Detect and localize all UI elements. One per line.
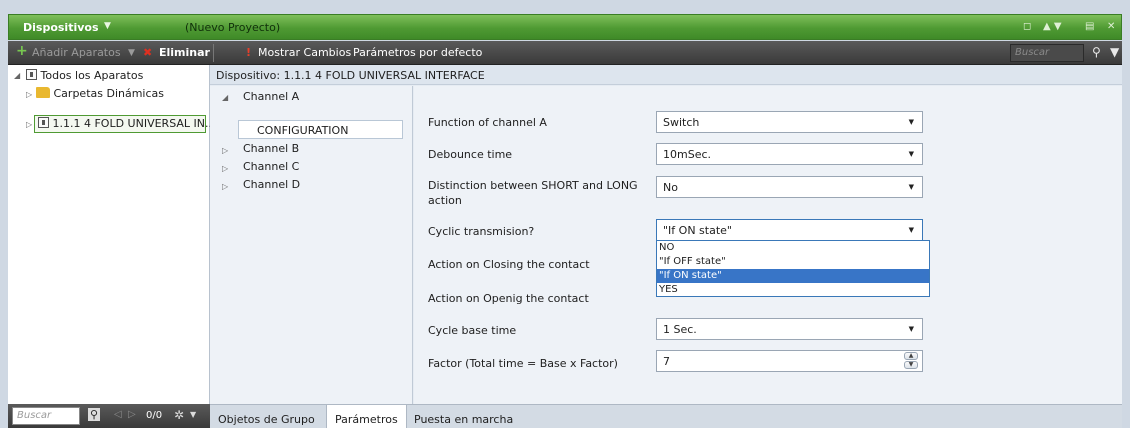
param-label: Action on Openig the contact <box>428 292 589 305</box>
tab-commissioning[interactable]: Puesta en marcha <box>406 405 521 428</box>
expand-icon[interactable]: ▷ <box>26 120 32 129</box>
filter-icon[interactable]: ▼ <box>1110 45 1119 59</box>
add-icon[interactable]: + <box>16 43 28 59</box>
project-name: (Nuevo Proyecto) <box>185 21 281 34</box>
param-label: Factor (Total time = Base x Factor) <box>428 357 618 370</box>
param-label: Debounce time <box>428 148 513 161</box>
maximize-icon[interactable]: ▤ <box>1085 21 1094 32</box>
param-label: Action on Closing the contact <box>428 258 590 271</box>
restore-icon[interactable]: ◻ <box>1023 21 1031 32</box>
short-long-select[interactable]: No ▼ <box>656 176 923 198</box>
select-value: Switch <box>663 116 700 129</box>
cyclic-transmission-select[interactable]: "If ON state" ▼ <box>656 219 923 241</box>
gear-icon[interactable]: ✲ <box>174 408 184 422</box>
chevron-down-icon: ▼ <box>908 183 914 191</box>
tree-search-input[interactable]: Buscar <box>12 407 80 425</box>
dropdown-option-selected[interactable]: "If ON state" <box>657 269 929 283</box>
dropdown-option[interactable]: YES <box>657 283 929 297</box>
next-icon[interactable]: ▷ <box>128 409 136 420</box>
configuration-item[interactable]: CONFIGURATION <box>238 120 403 139</box>
device-icon <box>38 117 49 128</box>
select-value: 10mSec. <box>663 148 712 161</box>
result-count: 0/0 <box>146 410 163 421</box>
chevron-down-icon[interactable]: ▼ <box>190 410 196 419</box>
device-title: Dispositivo: 1.1.1 4 FOLD UNIVERSAL INTE… <box>216 69 485 82</box>
expand-icon[interactable]: ◢ <box>14 71 20 80</box>
chevron-down-icon: ▼ <box>908 325 914 333</box>
chevron-down-icon[interactable]: ▼ <box>128 48 135 58</box>
main-panel: Dispositivo: 1.1.1 4 FOLD UNIVERSAL INTE… <box>210 65 1122 404</box>
chevron-down-icon: ▼ <box>908 118 914 126</box>
spin-down-icon[interactable]: ▼ <box>904 361 918 369</box>
warning-icon: ! <box>246 46 252 59</box>
tree-footer: Buscar ⚲ ◁ ▷ 0/0 ✲ ▼ <box>8 404 210 428</box>
channel-tree: ◢ Channel A CONFIGURATION ▷ Channel B ▷ … <box>210 86 413 404</box>
prev-icon[interactable]: ◁ <box>114 409 122 420</box>
search-icon[interactable]: ⚲ <box>88 408 101 421</box>
dropdown-option[interactable]: NO <box>657 241 929 255</box>
dropdown-option[interactable]: "If OFF state" <box>657 255 929 269</box>
device-icon <box>26 69 37 80</box>
tab-group-objects[interactable]: Objetos de Grupo <box>210 405 323 428</box>
tree-item-dynamic-folders[interactable]: Carpetas Dinámicas <box>36 87 164 100</box>
tree-item-all-devices[interactable]: Todos los Aparatos <box>26 69 143 82</box>
default-parameters-button[interactable]: Parámetros por defecto <box>353 46 482 59</box>
toolbar: + Añadir Aparatos ▼ ✖ Eliminar ! Mostrar… <box>8 41 1122 65</box>
channel-c[interactable]: Channel C <box>243 160 299 173</box>
param-label: Function of channel A <box>428 116 547 129</box>
select-value: 1 Sec. <box>663 323 697 336</box>
delete-button[interactable]: Eliminar <box>159 46 210 59</box>
search-icon[interactable]: ⚲ <box>1092 45 1101 59</box>
expand-icon[interactable]: ▷ <box>222 146 228 155</box>
tree-item-label: Carpetas Dinámicas <box>53 87 165 100</box>
factor-stepper[interactable]: 7 ▲ ▼ <box>656 350 923 372</box>
spin-up-icon[interactable]: ▲ <box>904 352 918 360</box>
tree-item-device[interactable]: 1.1.1 4 FOLD UNIVERSAL IN... <box>38 117 216 130</box>
stepper-value: 7 <box>663 355 670 368</box>
device-tree: ◢ Todos los Aparatos ▷ Carpetas Dinámica… <box>8 65 216 404</box>
spinner: ▲ ▼ <box>904 352 920 370</box>
delete-icon[interactable]: ✖ <box>143 46 152 59</box>
expand-icon[interactable]: ▷ <box>222 182 228 191</box>
param-label: Distinction between SHORT and LONG actio… <box>428 179 638 207</box>
folder-icon <box>36 87 50 98</box>
toolbar-divider <box>213 44 214 62</box>
tree-item-label: 1.1.1 4 FOLD UNIVERSAL IN... <box>52 117 216 130</box>
channel-d[interactable]: Channel D <box>243 178 300 191</box>
search-input[interactable]: Buscar <box>1010 44 1084 62</box>
chevron-down-icon: ▼ <box>908 150 914 158</box>
chevron-down-icon[interactable]: ▼ <box>104 21 111 31</box>
scroll-arrows-icon[interactable]: ▲ ▼ <box>1043 21 1062 32</box>
tree-item-label: Todos los Aparatos <box>40 69 144 82</box>
window-titlebar: Dispositivos ▼ (Nuevo Proyecto) ◻ ▲ ▼ ▤ … <box>8 14 1122 40</box>
select-value: "If ON state" <box>663 224 732 237</box>
expand-icon[interactable]: ▷ <box>222 164 228 173</box>
show-changes-button[interactable]: Mostrar Cambios <box>258 46 351 59</box>
param-label: Cycle base time <box>428 324 517 337</box>
chevron-down-icon: ▼ <box>908 226 914 234</box>
cycle-base-time-select[interactable]: 1 Sec. ▼ <box>656 318 923 340</box>
add-devices-button[interactable]: Añadir Aparatos <box>32 46 121 59</box>
param-label: Cyclic transmision? <box>428 225 535 238</box>
parameter-panel: Function of channel A Switch ▼ Debounce … <box>414 86 1122 404</box>
close-icon[interactable]: ✕ <box>1107 21 1115 32</box>
panel-title[interactable]: Dispositivos <box>23 21 99 34</box>
dropdown-list: NO "If OFF state" "If ON state" YES <box>656 240 930 297</box>
channel-b[interactable]: Channel B <box>243 142 299 155</box>
tab-bar: Objetos de Grupo Parámetros Puesta en ma… <box>210 404 1122 428</box>
select-value: No <box>663 181 678 194</box>
debounce-select[interactable]: 10mSec. ▼ <box>656 143 923 165</box>
device-header: Dispositivo: 1.1.1 4 FOLD UNIVERSAL INTE… <box>210 65 1122 85</box>
expand-icon[interactable]: ◢ <box>222 93 228 102</box>
expand-icon[interactable]: ▷ <box>26 90 32 99</box>
channel-a[interactable]: Channel A <box>243 90 299 103</box>
function-select[interactable]: Switch ▼ <box>656 111 923 133</box>
tab-parameters[interactable]: Parámetros <box>326 405 407 428</box>
